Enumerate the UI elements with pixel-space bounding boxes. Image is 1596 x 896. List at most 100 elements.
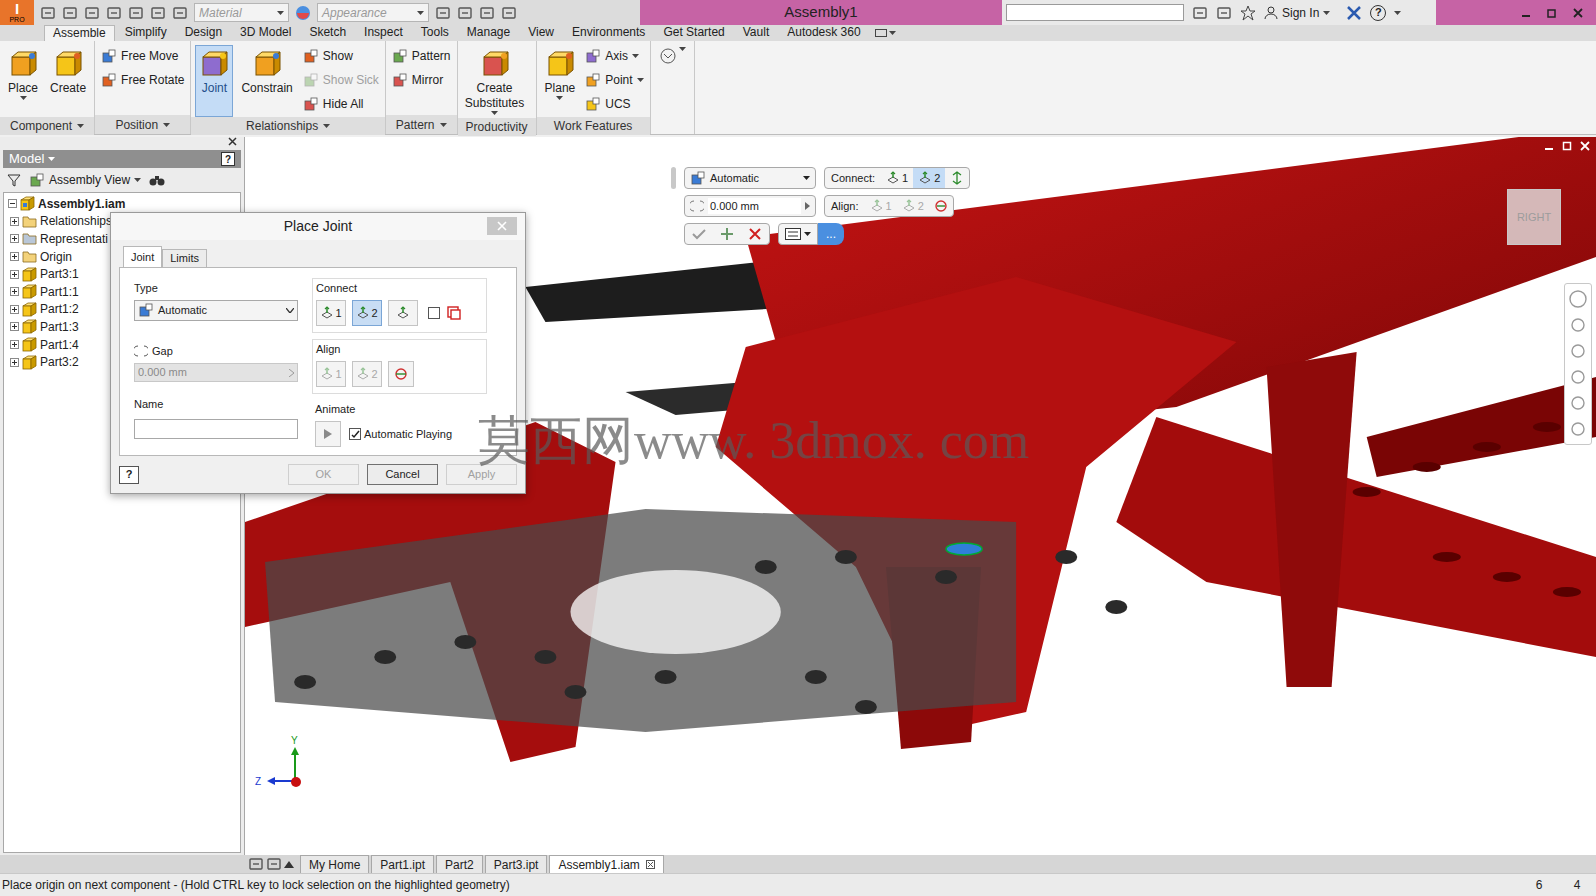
expand-icon[interactable]: [10, 234, 19, 243]
align-flip-button[interactable]: [929, 199, 953, 213]
ribbon-small-button[interactable]: Mirror: [390, 69, 453, 91]
ribbon-group-label[interactable]: Position: [95, 115, 190, 134]
collapse-icon[interactable]: [8, 199, 17, 208]
quick-access-icon[interactable]: [501, 5, 517, 21]
dialog-close-button[interactable]: [487, 217, 517, 235]
ribbon-large-button[interactable]: Create Substitutes: [462, 45, 528, 118]
flip-checkbox[interactable]: [428, 307, 440, 319]
sign-in-button[interactable]: Sign In: [1264, 4, 1330, 22]
ribbon-small-button[interactable]: Axis: [583, 45, 645, 67]
restore-icon[interactable]: [1562, 141, 1572, 151]
lock-rotation-icon[interactable]: [446, 305, 462, 321]
dialog-help-button[interactable]: ?: [119, 466, 139, 484]
ribbon-large-button[interactable]: Constrain: [237, 45, 296, 117]
quick-access-icon[interactable]: [40, 5, 56, 21]
expand-icon[interactable]: [10, 322, 19, 331]
ribbon-group-label[interactable]: Relationships: [191, 117, 384, 135]
minimize-icon[interactable]: [1544, 141, 1554, 151]
ribbon-tab[interactable]: Environments: [564, 25, 653, 41]
ribbon-group-label[interactable]: Pattern: [386, 115, 457, 134]
navigation-tool-icon[interactable]: [1569, 290, 1587, 308]
ribbon-small-button[interactable]: Show Sick: [301, 69, 381, 91]
browser-header[interactable]: Model?: [3, 150, 241, 168]
ribbon-large-button[interactable]: Joint: [195, 45, 233, 117]
tile-windows-icon[interactable]: [248, 856, 264, 872]
expand-icon[interactable]: [10, 252, 19, 261]
dialog-tab[interactable]: Limits: [162, 249, 207, 267]
quick-access-icon[interactable]: [62, 5, 78, 21]
navigation-tool-icon[interactable]: [1569, 316, 1587, 334]
ribbon-small-button[interactable]: Show: [301, 45, 381, 67]
find-binoculars-icon[interactable]: [149, 173, 165, 187]
browser-close-icon[interactable]: [228, 137, 237, 146]
connect-align-button[interactable]: 2: [352, 300, 382, 326]
ribbon-large-button[interactable]: Place: [4, 45, 42, 117]
ribbon-tab[interactable]: 3D Model: [232, 25, 299, 41]
ribbon-tab[interactable]: Assemble: [44, 25, 115, 41]
connect-button[interactable]: 1: [881, 168, 913, 188]
document-tab[interactable]: Assembly1.iam: [549, 855, 663, 873]
align-flip-button[interactable]: [388, 361, 414, 387]
quick-access-icon[interactable]: [84, 5, 100, 21]
quick-access-icon[interactable]: [435, 5, 451, 21]
ribbon-group-label[interactable]: Component: [0, 117, 94, 135]
favorites-star-icon[interactable]: [1240, 5, 1256, 21]
exchange-icon[interactable]: [1216, 5, 1232, 21]
ribbon-tab[interactable]: Simplify: [117, 25, 175, 41]
ribbon-tab[interactable]: Autodesk 360: [779, 25, 868, 41]
gap-input[interactable]: 0.000 mm: [134, 363, 298, 382]
ribbon-small-button[interactable]: Pattern: [390, 45, 453, 67]
connect-align-button[interactable]: [388, 300, 418, 326]
ribbon-large-button[interactable]: Create: [46, 45, 90, 117]
ribbon-tab[interactable]: View: [520, 25, 562, 41]
appearance-dropdown[interactable]: Appearance: [317, 3, 429, 22]
restore-icon[interactable]: [1546, 7, 1558, 19]
options-dropdown[interactable]: [778, 223, 818, 245]
expand-icon[interactable]: [10, 217, 19, 226]
help-button[interactable]: ?: [1370, 5, 1386, 21]
flip-button[interactable]: [945, 171, 969, 185]
joint-type-dropdown[interactable]: Automatic: [684, 167, 816, 189]
navigation-tool-icon[interactable]: [1569, 368, 1587, 386]
ribbon-tab[interactable]: Manage: [459, 25, 518, 41]
tab-menu-icon[interactable]: [284, 860, 294, 868]
browser-help[interactable]: ?: [221, 152, 235, 166]
expand-icon[interactable]: [10, 340, 19, 349]
ok-check-icon[interactable]: [685, 225, 713, 243]
ribbon-group-label[interactable]: Work Features: [537, 117, 650, 135]
quick-access-icon[interactable]: [128, 5, 144, 21]
apply-plus-icon[interactable]: [713, 225, 741, 243]
app-logo[interactable]: IPRO: [0, 0, 34, 25]
cascade-windows-icon[interactable]: [266, 856, 282, 872]
connect-align-button[interactable]: 1: [316, 300, 346, 326]
tab-close-icon[interactable]: [646, 860, 655, 869]
ribbon-small-button[interactable]: Hide All: [301, 93, 381, 115]
ribbon-extra[interactable]: [651, 41, 695, 134]
dialog-button[interactable]: OK: [288, 464, 359, 485]
document-tab[interactable]: Part3.ipt: [485, 855, 548, 873]
align-button[interactable]: 1: [865, 196, 897, 216]
connect-align-button[interactable]: 2: [352, 361, 382, 387]
close-icon[interactable]: [1572, 7, 1584, 19]
ribbon-large-button[interactable]: Plane: [541, 45, 580, 117]
expand-icon[interactable]: [10, 305, 19, 314]
tree-item[interactable]: Assembly1.iam: [4, 195, 240, 213]
ribbon-small-button[interactable]: Free Move: [99, 45, 186, 67]
ribbon-tab[interactable]: Sketch: [301, 25, 354, 41]
search-input[interactable]: [1006, 4, 1184, 21]
ribbon-small-button[interactable]: Point: [583, 69, 645, 91]
document-tab[interactable]: Part2: [436, 855, 483, 873]
connect-button[interactable]: 2: [913, 168, 945, 188]
gap-field[interactable]: 0.000 mm: [684, 195, 816, 217]
ribbon-small-button[interactable]: UCS: [583, 93, 645, 115]
view-dropdown[interactable]: Assembly View: [29, 171, 141, 189]
dialog-button[interactable]: Apply: [446, 464, 517, 485]
connect-align-button[interactable]: 1: [316, 361, 346, 387]
document-tab[interactable]: Part1.ipt: [371, 855, 434, 873]
expand-icon[interactable]: [10, 358, 19, 367]
ribbon-small-button[interactable]: Free Rotate: [99, 69, 186, 91]
navigation-tool-icon[interactable]: [1569, 420, 1587, 438]
name-input[interactable]: [134, 419, 298, 439]
material-dropdown[interactable]: Material: [194, 3, 289, 22]
ribbon-tab[interactable]: Design: [177, 25, 230, 41]
